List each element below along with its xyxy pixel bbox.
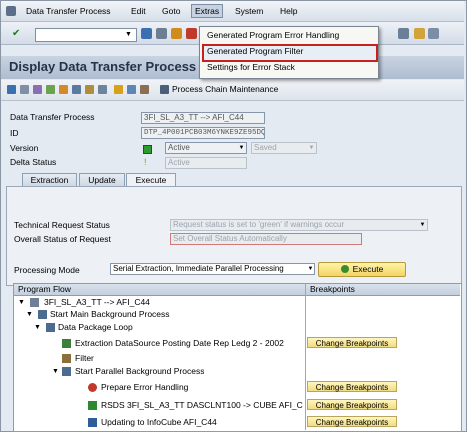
flag-icon[interactable] xyxy=(114,85,123,94)
extras-dropdown-menu: Generated Program Error Handling Generat… xyxy=(199,26,379,79)
tab-extraction[interactable]: Extraction xyxy=(22,173,77,186)
version-label: Version xyxy=(10,143,39,153)
command-history-dropdown-icon[interactable]: ▼ xyxy=(123,29,134,40)
tree-node-prepare-error-handling[interactable]: Prepare Error Handling xyxy=(101,381,188,393)
delta-status-label: Delta Status xyxy=(10,157,57,167)
create-session-icon[interactable] xyxy=(398,28,409,39)
delta-status-field: Active xyxy=(165,157,247,169)
tree-node-data-package-loop[interactable]: Data Package Loop xyxy=(58,321,133,333)
page-title: Display Data Transfer Process xyxy=(9,59,197,74)
menu-extras[interactable]: Extras xyxy=(191,4,224,18)
tree-node-start-parallel-background-process[interactable]: Start Parallel Background Process xyxy=(75,365,204,377)
parallel-process-icon xyxy=(62,367,71,376)
extraction-icon xyxy=(62,339,71,348)
tree-node-extraction-datasource[interactable]: Extraction DataSource Posting Date Rep L… xyxy=(75,337,305,349)
execute-button-label: Execute xyxy=(352,264,384,274)
id-field[interactable]: DTP_4P001PCB03M6YNKE9ZE95DQ1W xyxy=(141,127,265,139)
tree-node-dtp[interactable]: 3FI_SL_A3_TT --> AFI_C44 xyxy=(44,296,150,308)
loop-icon xyxy=(46,323,55,332)
hierarchy-icon[interactable] xyxy=(98,85,107,94)
saved-dropdown-icon: ▼ xyxy=(308,145,315,151)
tree-header xyxy=(14,284,460,296)
expand-icon[interactable]: ▼ xyxy=(26,309,33,321)
column-header-breakpoints[interactable]: Breakpoints xyxy=(310,284,355,295)
execute-button[interactable]: Execute xyxy=(318,262,406,277)
menu-edit[interactable]: Edit xyxy=(129,5,148,17)
id-label: ID xyxy=(10,128,19,138)
cancel-icon[interactable] xyxy=(186,28,197,39)
help-icon[interactable] xyxy=(414,28,425,39)
layout-menu-icon[interactable] xyxy=(428,28,439,39)
delta-status-icon: ! xyxy=(144,157,147,167)
tab-execute[interactable]: Execute xyxy=(126,173,176,186)
back-arrow-icon[interactable] xyxy=(7,85,16,94)
process-chain-icon[interactable] xyxy=(160,85,169,94)
version-dropdown-icon[interactable]: ▼ xyxy=(237,143,246,153)
version-field[interactable]: Active xyxy=(165,142,247,154)
change-breakpoints-button[interactable]: Change Breakpoints xyxy=(307,381,397,392)
command-field[interactable] xyxy=(35,28,137,42)
technical-request-status-label: Technical Request Status xyxy=(14,220,110,230)
tab-update[interactable]: Update xyxy=(79,173,125,186)
change-breakpoints-button[interactable]: Change Breakpoints xyxy=(307,416,397,427)
expand-icon[interactable]: ▼ xyxy=(52,366,59,378)
exit-icon[interactable] xyxy=(171,28,182,39)
overall-status-label: Overall Status of Request xyxy=(14,234,111,244)
back-icon[interactable] xyxy=(141,28,152,39)
check-icon[interactable] xyxy=(46,85,55,94)
overall-status-field: Set Overall Status Automatically xyxy=(170,233,362,245)
menu-item-settings-for-error-stack[interactable]: Settings for Error Stack xyxy=(207,61,295,74)
menu-system[interactable]: System xyxy=(233,5,265,17)
tree-node-start-main-background-process[interactable]: Start Main Background Process xyxy=(50,308,170,320)
filter-icon xyxy=(62,354,71,363)
display-change-icon[interactable] xyxy=(20,85,29,94)
menu-item-generated-program-filter[interactable]: Generated Program Filter xyxy=(207,45,303,58)
change-breakpoints-button[interactable]: Change Breakpoints xyxy=(307,399,397,410)
activate-icon[interactable] xyxy=(59,85,68,94)
dtp-node-icon xyxy=(30,298,39,307)
other-object-icon[interactable] xyxy=(33,85,42,94)
dtp-label: Data Transfer Process xyxy=(10,112,95,122)
execute-icon xyxy=(340,265,349,273)
column-header-program-flow[interactable]: Program Flow xyxy=(18,284,71,295)
active-status-icon xyxy=(143,145,152,154)
menu-help[interactable]: Help xyxy=(278,5,299,17)
where-used-icon[interactable] xyxy=(85,85,94,94)
infocube-icon xyxy=(88,418,97,427)
process-chain-maintenance-label[interactable]: Process Chain Maintenance xyxy=(172,84,278,94)
background-process-icon xyxy=(38,310,47,319)
technical-request-status-field: Request status is set to 'green' if warn… xyxy=(170,219,428,231)
change-breakpoints-button[interactable]: Change Breakpoints xyxy=(307,337,397,348)
column-divider xyxy=(305,284,306,430)
tree-node-updating-infocube[interactable]: Updating to InfoCube AFI_C44 xyxy=(101,416,217,428)
expand-icon[interactable]: ▼ xyxy=(34,322,41,334)
transport-icon[interactable] xyxy=(140,85,149,94)
tree-node-transformation[interactable]: RSDS 3FI_SL_A3_TT DASCLNT100 -> CUBE AFI… xyxy=(101,399,305,411)
save-icon[interactable] xyxy=(156,28,167,39)
object-directory-icon[interactable] xyxy=(72,85,81,94)
transformation-icon xyxy=(88,401,97,410)
info-icon[interactable] xyxy=(127,85,136,94)
technical-status-dropdown-icon[interactable]: ▼ xyxy=(418,220,427,230)
sap-logo-icon xyxy=(6,6,16,16)
menu-item-generated-program-error-handling[interactable]: Generated Program Error Handling xyxy=(207,29,339,42)
menu-data-transfer-process[interactable]: Data Transfer Process xyxy=(24,5,113,17)
processing-mode-dropdown-icon[interactable]: ▼ xyxy=(306,264,315,274)
error-handling-icon xyxy=(88,383,97,392)
enter-check-icon[interactable]: ✔ xyxy=(12,28,23,39)
processing-mode-field[interactable]: Serial Extraction, Immediate Parallel Pr… xyxy=(110,263,315,275)
processing-mode-label: Processing Mode xyxy=(14,265,80,275)
dtp-field[interactable]: 3FI_SL_A3_TT --> AFI_C44 xyxy=(141,112,265,124)
expand-icon[interactable]: ▼ xyxy=(18,297,25,309)
menu-goto[interactable]: Goto xyxy=(160,5,182,17)
tree-node-filter[interactable]: Filter xyxy=(75,352,94,364)
